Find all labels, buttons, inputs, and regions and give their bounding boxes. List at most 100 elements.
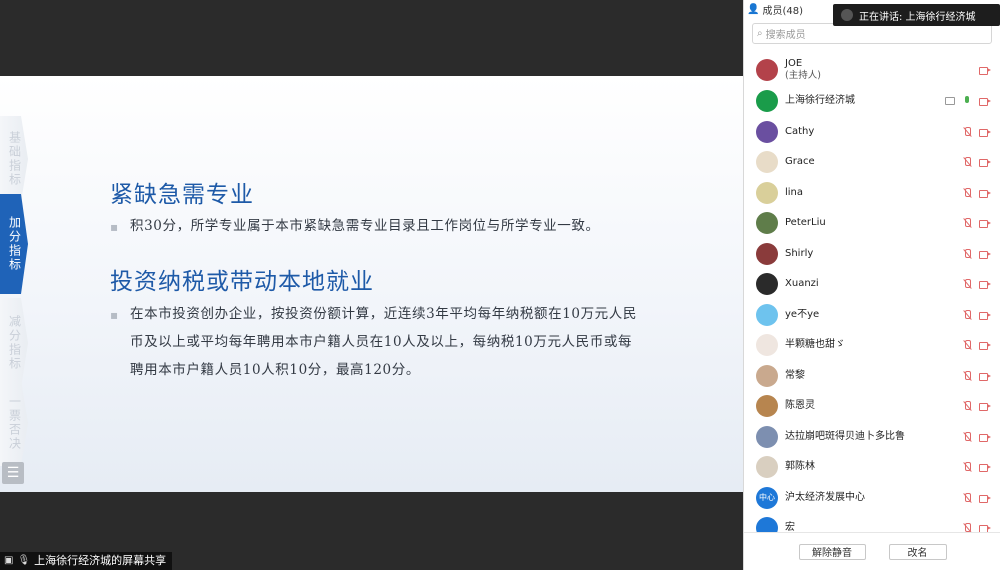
list-icon[interactable]: ☰ (2, 462, 24, 484)
camera-off-icon[interactable] (979, 158, 991, 168)
camera-off-icon[interactable] (979, 311, 991, 320)
member-row[interactable]: 常黎 (744, 361, 1000, 392)
member-status-icons (962, 370, 991, 381)
mic-muted-icon[interactable] (962, 401, 972, 411)
member-name-block: 半颗糖也甜ゞ (785, 339, 845, 351)
avatar (756, 395, 778, 418)
tab-basic-indicators[interactable]: 基础指标 (0, 116, 28, 202)
member-name-block: Grace (785, 156, 815, 168)
member-name: Xuanzi (785, 278, 819, 290)
member-status-icons (962, 492, 991, 503)
tab-bonus-indicators[interactable]: 加分指标 (0, 194, 28, 294)
share-label: 上海徐行经济城的屏幕共享 (34, 554, 167, 567)
member-status-icons (962, 340, 991, 351)
member-status-icons (962, 248, 991, 259)
member-row[interactable]: 上海徐行经济城 (744, 86, 1000, 117)
member-status-icons (962, 126, 991, 137)
camera-off-icon[interactable] (979, 494, 991, 503)
mic-muted-icon[interactable] (962, 126, 972, 137)
member-row[interactable]: 中心 沪太经济发展中心 (744, 483, 1000, 514)
rename-button[interactable]: 改名 (888, 543, 947, 560)
camera-off-icon[interactable] (979, 463, 991, 473)
member-name-block: PeterLiu (785, 217, 826, 229)
speaking-indicator: 正在讲话: 上海徐行经济城 (833, 4, 1000, 26)
member-row[interactable]: Grace (744, 147, 1000, 178)
mic-muted-icon[interactable] (962, 279, 972, 289)
member-name: PeterLiu (785, 217, 826, 229)
member-name-block: Shirly (785, 248, 813, 260)
mic-muted-icon[interactable] (962, 218, 972, 228)
member-name-block: lina (785, 187, 803, 199)
panel-footer: 解除静音 改名 (744, 532, 1000, 570)
tab-veto[interactable]: 一票否决 (0, 380, 28, 466)
avatar (756, 303, 778, 326)
member-row[interactable]: lina (744, 178, 1000, 209)
avatar (756, 334, 778, 357)
shared-screen-stage: 基础指标 加分指标 减分指标 一票否决 ☰ 紧缺急需专业 ▪ 积30分，所学专业… (0, 0, 743, 570)
member-row[interactable]: Shirly (744, 239, 1000, 270)
tab-deduction-indicators[interactable]: 减分指标 (0, 298, 28, 388)
mic-muted-icon[interactable] (962, 309, 972, 320)
camera-off-icon[interactable] (979, 219, 991, 229)
person-icon: 👤 (747, 4, 760, 15)
bullet-dot: ▪ (110, 220, 119, 234)
mic-muted-icon[interactable] (962, 157, 972, 167)
member-status-icons (962, 523, 991, 532)
camera-off-icon[interactable] (979, 341, 991, 351)
screen-share-bar: ▣ 🎙 上海徐行经济城的屏幕共享 (0, 552, 173, 570)
camera-off-icon[interactable] (979, 433, 991, 442)
member-status-icons (962, 309, 991, 320)
mic-muted-icon[interactable] (962, 187, 972, 198)
member-name: Grace (785, 156, 815, 168)
mic-muted-icon[interactable] (962, 340, 972, 350)
member-row[interactable]: 宏 (744, 513, 1000, 532)
member-status-icons (962, 462, 991, 473)
bullet-dot: ▪ (110, 308, 119, 322)
member-name-block: 郭陈林 (785, 461, 815, 473)
member-name-block: 达拉崩吧斑得贝迪卜多比鲁 (785, 431, 905, 443)
member-row[interactable]: Xuanzi (744, 269, 1000, 300)
camera-off-icon[interactable] (979, 524, 991, 532)
camera-off-icon[interactable] (979, 189, 991, 198)
member-row[interactable]: 郭陈林 (744, 452, 1000, 483)
member-status-icons (962, 157, 991, 168)
member-name: 陈恩灵 (785, 400, 815, 412)
member-row[interactable]: PeterLiu (744, 208, 1000, 239)
member-row[interactable]: 半颗糖也甜ゞ (744, 330, 1000, 361)
mic-muted-icon[interactable] (962, 370, 972, 381)
member-row[interactable]: 达拉崩吧斑得贝迪卜多比鲁 (744, 422, 1000, 453)
camera-off-icon[interactable] (979, 97, 991, 107)
member-row[interactable]: 陈恩灵 (744, 391, 1000, 422)
screen-share-icon: ▣ (4, 555, 14, 566)
avatar (756, 120, 778, 143)
member-row[interactable]: Cathy (744, 117, 1000, 148)
search-input[interactable]: ⌕ 搜索成员 (752, 23, 992, 44)
mic-muted-icon[interactable] (962, 492, 972, 503)
avatar (756, 242, 778, 265)
avatar: 中心 (756, 486, 778, 509)
camera-off-icon[interactable] (979, 250, 991, 259)
mic-muted-icon[interactable] (962, 431, 972, 442)
camera-off-icon[interactable] (979, 280, 991, 290)
camera-off-icon[interactable] (979, 66, 991, 75)
camera-off-icon[interactable] (979, 402, 991, 412)
search-icon: ⌕ (757, 28, 763, 39)
mic-muted-icon[interactable] (962, 462, 972, 472)
camera-off-icon[interactable] (979, 372, 991, 381)
speaker-avatar (841, 9, 853, 21)
avatar (756, 181, 778, 204)
member-name-block: 上海徐行经济城 (785, 95, 855, 107)
mic-muted-icon[interactable] (962, 523, 972, 532)
mic-muted-icon[interactable] (962, 248, 972, 259)
member-name: Shirly (785, 247, 814, 259)
avatar (756, 90, 778, 113)
mic-on-icon[interactable] (962, 96, 972, 106)
member-list[interactable]: JOE (主持人) 上海徐行经济城 Cathy Grace lina PeterLiu Shi… (744, 54, 1000, 532)
member-status-icons (962, 431, 991, 442)
camera-off-icon[interactable] (979, 128, 991, 137)
member-row[interactable]: JOE (主持人) (744, 54, 1000, 86)
unmute-button[interactable]: 解除静音 (798, 543, 866, 560)
member-row[interactable]: ye不ye (744, 300, 1000, 331)
member-name: lina (785, 186, 804, 198)
member-name: 郭陈林 (785, 461, 815, 473)
